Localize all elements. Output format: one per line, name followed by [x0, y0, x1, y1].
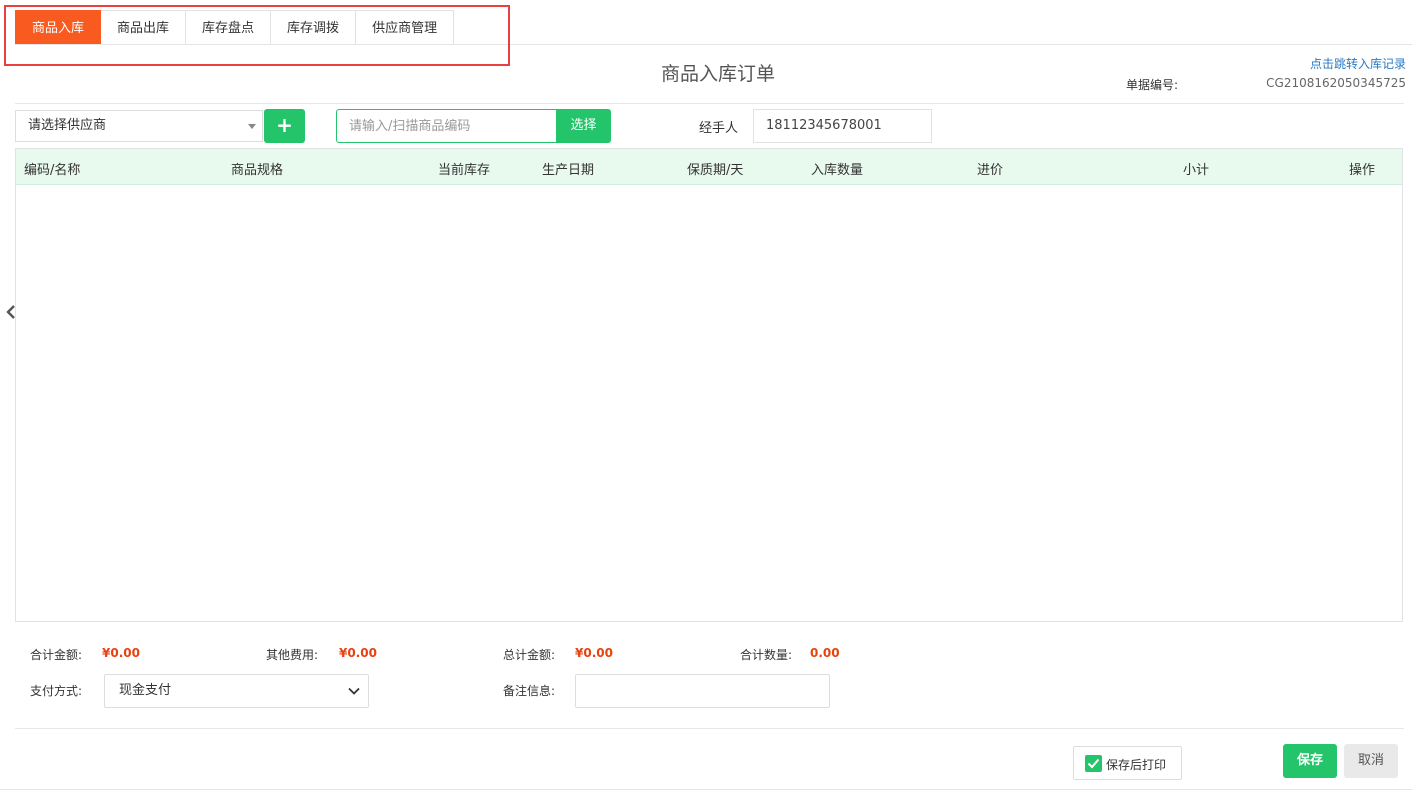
- column-header-current-stock: 当前库存: [438, 163, 491, 178]
- total-amount-label: 合计金额:: [30, 648, 83, 662]
- caret-down-icon: [248, 124, 256, 129]
- supplier-select[interactable]: 请选择供应商: [15, 110, 263, 142]
- handler-input[interactable]: 18112345678001: [753, 109, 932, 143]
- column-header-actions: 操作: [1349, 163, 1376, 178]
- print-after-save-checkbox[interactable]: 保存后打印: [1073, 746, 1182, 780]
- remark-label: 备注信息:: [503, 684, 556, 698]
- doc-number-label: 单据编号:: [1126, 78, 1179, 92]
- cancel-button[interactable]: 取消: [1344, 744, 1398, 778]
- checkbox-checked-icon: [1085, 755, 1102, 772]
- column-header-spec: 商品规格: [231, 163, 284, 178]
- total-quantity-label: 合计数量:: [740, 648, 793, 662]
- page-bottom-border: [0, 789, 1412, 790]
- grand-total-label: 总计金额:: [503, 648, 556, 662]
- column-header-quantity: 入库数量: [811, 163, 864, 178]
- footer-divider: [15, 728, 1404, 729]
- stock-in-record-link[interactable]: 点击跳转入库记录: [1310, 55, 1406, 72]
- total-amount-value: ¥0.00: [102, 646, 140, 660]
- other-fee-value: ¥0.00: [339, 646, 377, 660]
- payment-method-label: 支付方式:: [30, 684, 83, 698]
- product-table: 编码/名称 商品规格 当前库存 生产日期 保质期/天 入库数量 进价 小计 操作: [15, 148, 1403, 622]
- column-header-code-name: 编码/名称: [24, 163, 81, 178]
- select-product-button[interactable]: 选择: [556, 109, 611, 143]
- page-title: 商品入库订单: [660, 63, 775, 85]
- column-header-subtotal: 小计: [1183, 163, 1210, 178]
- add-supplier-button[interactable]: +: [264, 109, 305, 143]
- total-quantity-value: 0.00: [810, 646, 840, 660]
- remark-input[interactable]: [575, 674, 830, 708]
- chevron-left-icon[interactable]: [5, 303, 17, 321]
- chevron-down-icon: [348, 687, 360, 695]
- column-header-production-date: 生产日期: [542, 163, 595, 178]
- highlight-annotation-box: [4, 5, 510, 66]
- save-button[interactable]: 保存: [1283, 744, 1337, 778]
- print-after-save-label: 保存后打印: [1106, 758, 1167, 772]
- payment-method-select[interactable]: 现金支付: [104, 674, 369, 708]
- grand-total-value: ¥0.00: [575, 646, 613, 660]
- table-header: 编码/名称 商品规格 当前库存 生产日期 保质期/天 入库数量 进价 小计 操作: [16, 149, 1402, 185]
- column-header-shelf-life: 保质期/天: [687, 163, 744, 178]
- payment-method-selected: 现金支付: [119, 683, 172, 698]
- doc-number-value: CG2108162050345725: [1266, 76, 1406, 90]
- handler-label: 经手人: [699, 121, 739, 136]
- other-fee-label: 其他费用:: [266, 648, 319, 662]
- product-code-input[interactable]: [336, 109, 557, 143]
- supplier-select-placeholder: 请选择供应商: [28, 118, 107, 133]
- column-header-purchase-price: 进价: [977, 163, 1004, 178]
- header-divider: [15, 103, 1404, 104]
